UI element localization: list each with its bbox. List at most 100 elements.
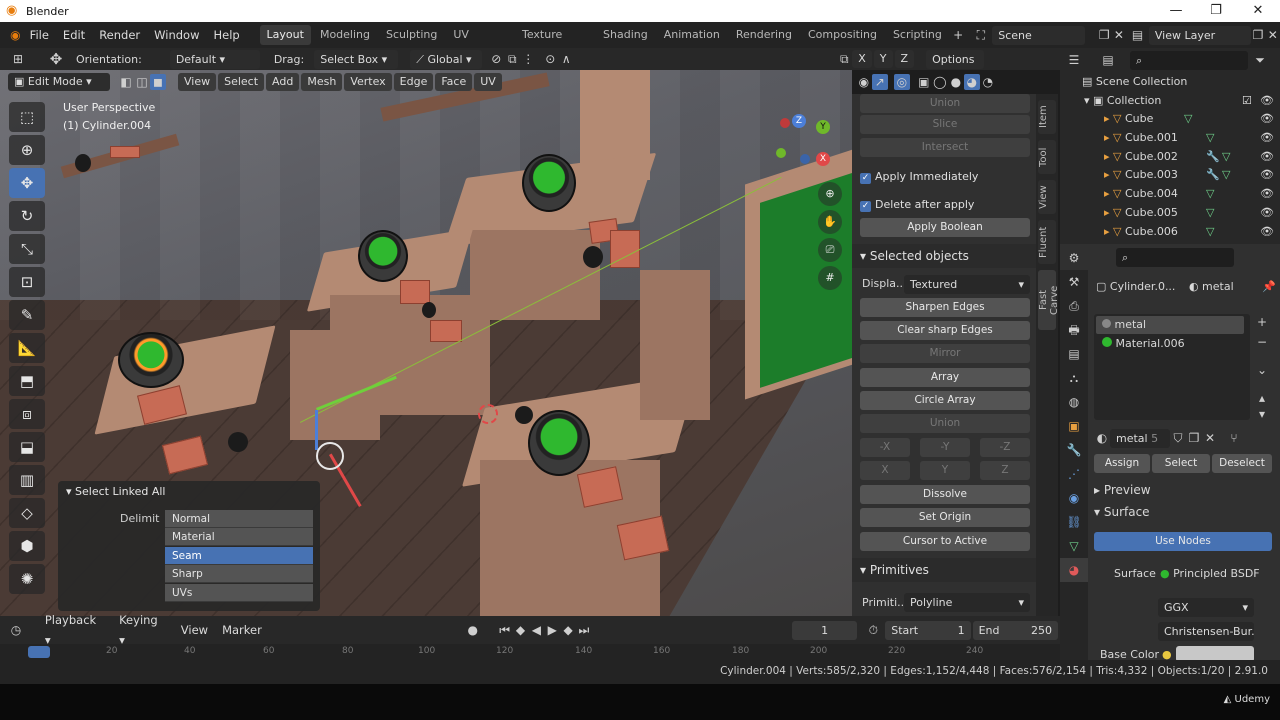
- outliner-row-cube-005[interactable]: ▸ ▽ Cube.005 ▽ 👁: [1060, 203, 1280, 222]
- circle-array-button[interactable]: Circle Array: [860, 391, 1030, 410]
- particles-tab-icon[interactable]: ⋰: [1060, 462, 1088, 486]
- y-button[interactable]: Y: [920, 461, 970, 480]
- menu-view[interactable]: View: [178, 73, 217, 91]
- object-tab-icon[interactable]: ▣: [1060, 414, 1088, 438]
- gizmo-neg-y-icon[interactable]: [776, 148, 786, 158]
- remove-view-layer-icon[interactable]: ✕: [1265, 27, 1280, 43]
- material-browse-icon[interactable]: ◐: [1094, 430, 1110, 446]
- subsurface-method-dropdown[interactable]: Christensen-Bur...: [1158, 622, 1254, 641]
- minimize-icon[interactable]: —: [1156, 0, 1196, 22]
- play-reverse-icon[interactable]: ◀: [528, 622, 544, 638]
- gizmo-z-icon[interactable]: Z: [792, 114, 806, 128]
- view-layer-tab-icon[interactable]: ▤: [1060, 342, 1088, 366]
- bevel-tool-icon[interactable]: ⬓: [9, 432, 45, 462]
- visibility-icon[interactable]: 👁: [1260, 222, 1274, 241]
- navigation-gizmo[interactable]: Z Y X: [772, 110, 836, 174]
- blender-menu-icon[interactable]: ◉: [8, 27, 23, 43]
- drag-dropdown[interactable]: Select Box ▾: [314, 49, 399, 69]
- copy-view-layer-icon[interactable]: ❐: [1251, 27, 1266, 43]
- scene-icon[interactable]: ⛶: [974, 27, 989, 43]
- mirror-icon[interactable]: ⧉: [836, 51, 852, 67]
- slot-menu-icon[interactable]: ⌄: [1254, 362, 1270, 378]
- distribution-dropdown[interactable]: GGX ▾: [1158, 598, 1254, 617]
- cursor-to-active-button[interactable]: Cursor to Active: [860, 532, 1030, 551]
- use-nodes-button[interactable]: Use Nodes: [1094, 532, 1272, 551]
- apply-immediately-checkbox[interactable]: ✓ Apply Immediately: [860, 170, 978, 184]
- pan-hand-icon[interactable]: ✋: [818, 210, 842, 234]
- outliner-row-cube-006[interactable]: ▸ ▽ Cube.006 ▽ 👁: [1060, 222, 1280, 241]
- neg-x-button[interactable]: -X: [860, 438, 910, 457]
- filter-icon[interactable]: ⏷: [1252, 52, 1268, 68]
- rotate-tool-icon[interactable]: ↻: [9, 201, 45, 231]
- transform-orientation-dropdown[interactable]: ⟋ Global ▾: [410, 49, 483, 69]
- clear-sharp-edges-button[interactable]: Clear sharp Edges: [860, 321, 1030, 340]
- outliner-row-cube-004[interactable]: ▸ ▽ Cube.004 ▽ 👁: [1060, 184, 1280, 203]
- proportional-icon[interactable]: ⊙: [542, 51, 558, 67]
- tab-animation[interactable]: Animation: [657, 25, 727, 45]
- primitive-dropdown[interactable]: Polyline ▾: [904, 593, 1030, 612]
- fake-user-icon[interactable]: ⛉: [1170, 430, 1186, 446]
- face-select-icon[interactable]: ◼: [150, 74, 166, 90]
- cauldron-2[interactable]: [358, 230, 408, 282]
- timeline-editor-icon[interactable]: ◷: [8, 622, 24, 638]
- solid-shading-icon[interactable]: ●: [948, 74, 964, 90]
- data-tab-icon[interactable]: ▽: [1060, 534, 1088, 558]
- outliner-row-cube[interactable]: ▸ ▽ Cube ▽ 👁: [1060, 109, 1280, 128]
- tab-scripting[interactable]: Scripting: [886, 25, 949, 45]
- mode-dropdown[interactable]: ▣ Edit Mode ▾: [8, 73, 110, 91]
- move-slot-down-icon[interactable]: ▾: [1254, 406, 1270, 422]
- loop-cut-tool-icon[interactable]: ▥: [9, 465, 45, 495]
- menu-add[interactable]: Add: [266, 73, 300, 91]
- mirror-button[interactable]: Mirror: [860, 344, 1030, 363]
- orientation-dropdown[interactable]: Default ▾: [169, 49, 260, 69]
- properties-editor-icon[interactable]: ⚙: [1066, 250, 1082, 266]
- spin-tool-icon[interactable]: ✺: [9, 564, 45, 594]
- render-tab-icon[interactable]: ⎙: [1060, 294, 1088, 318]
- snap-icon[interactable]: ⧉: [504, 51, 520, 67]
- options-dropdown[interactable]: Options: [926, 49, 985, 69]
- gizmo-neg-x-icon[interactable]: [780, 118, 790, 128]
- delimit-seam[interactable]: Seam: [165, 547, 313, 565]
- visibility-icon[interactable]: 👁: [1260, 203, 1274, 222]
- selected-objects-section[interactable]: ▾ Selected objects: [852, 244, 1036, 268]
- menu-help[interactable]: Help: [207, 22, 247, 48]
- material-slot-material-006[interactable]: Material.006: [1096, 335, 1244, 353]
- menu-edit[interactable]: Edit: [56, 22, 92, 48]
- gizmo-x-icon[interactable]: X: [816, 152, 830, 166]
- mirror-z-toggle[interactable]: Z: [894, 50, 915, 68]
- gizmo-center-ring[interactable]: [316, 442, 344, 470]
- deselect-button[interactable]: Deselect: [1212, 454, 1272, 473]
- delimit-normal[interactable]: Normal: [165, 510, 313, 528]
- vertex-select-icon[interactable]: ◧: [118, 74, 134, 90]
- visibility-icon[interactable]: 👁: [1260, 184, 1274, 203]
- view-layer-icon[interactable]: ▤: [1130, 27, 1145, 43]
- node-link-icon[interactable]: ⑂: [1226, 430, 1242, 446]
- scene-tab-icon[interactable]: ⛬: [1060, 366, 1088, 390]
- tab-shading[interactable]: Shading: [596, 25, 655, 45]
- union-button-top[interactable]: Union: [860, 94, 1030, 113]
- snap-target-icon[interactable]: ⋮: [520, 51, 536, 67]
- knife-tool-icon[interactable]: ◇: [9, 498, 45, 528]
- material-tab-icon[interactable]: ◕: [1060, 558, 1088, 582]
- annotate-tool-icon[interactable]: ✎: [9, 300, 45, 330]
- play-icon[interactable]: ▶: [544, 622, 560, 638]
- z-button[interactable]: Z: [980, 461, 1030, 480]
- tab-fast-carve[interactable]: Fast Carve: [1038, 270, 1060, 330]
- view-object-types-icon[interactable]: ◉: [856, 74, 872, 90]
- menu-window[interactable]: Window: [147, 22, 206, 48]
- tab-view[interactable]: View: [1038, 180, 1056, 214]
- material-name-field[interactable]: metal 5: [1110, 428, 1170, 448]
- material-shading-icon[interactable]: ◕: [963, 74, 980, 90]
- tab-texture-paint[interactable]: Texture Paint: [515, 25, 594, 61]
- cauldron-3[interactable]: [118, 332, 184, 388]
- falloff-icon[interactable]: ∧: [558, 51, 574, 67]
- wireframe-shading-icon[interactable]: ◯: [932, 74, 948, 90]
- editor-type-icon[interactable]: ⊞: [10, 51, 26, 67]
- tab-compositing[interactable]: Compositing: [801, 25, 884, 45]
- apply-boolean-button[interactable]: Apply Boolean: [860, 218, 1030, 237]
- add-workspace-icon[interactable]: +: [951, 27, 966, 43]
- timeline-ruler[interactable]: 20 40 60 80 100 120 140 160 180 200 220 …: [0, 644, 1060, 660]
- tab-item[interactable]: Item: [1038, 100, 1056, 134]
- array-button[interactable]: Array: [860, 368, 1030, 387]
- tab-uv-editing[interactable]: UV Editing: [446, 25, 513, 61]
